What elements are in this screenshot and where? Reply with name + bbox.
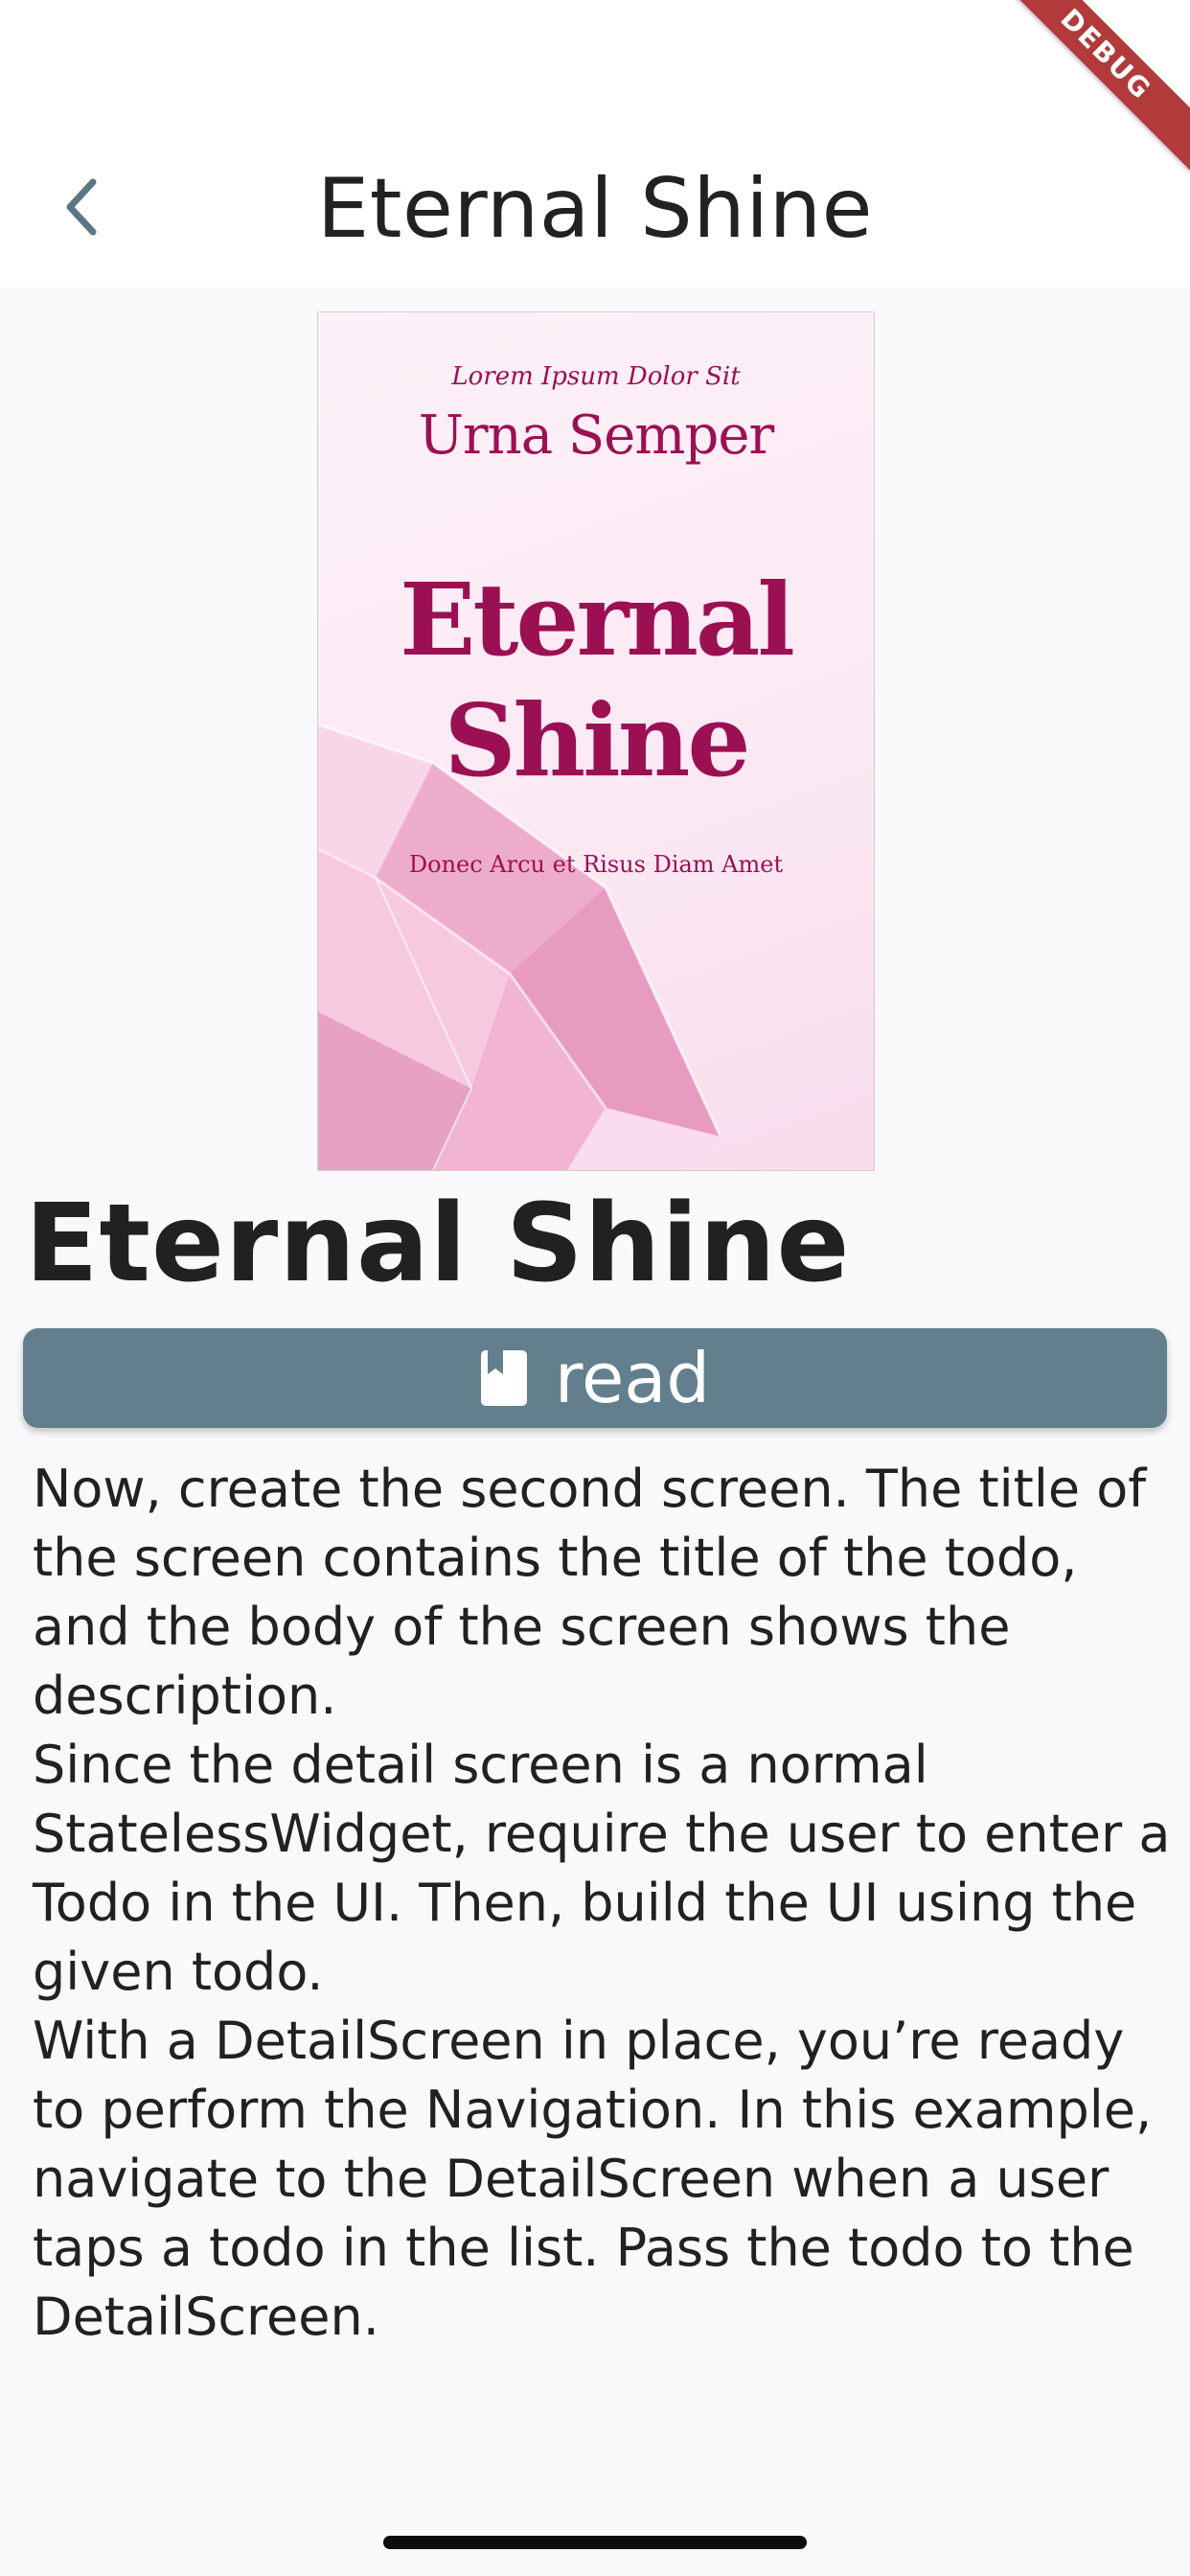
read-button-label: read: [554, 1338, 711, 1418]
cover-subtitle: Donec Arcu et Risus Diam Amet: [408, 851, 784, 878]
cover-title: Eternal Shine: [400, 561, 795, 799]
page-title: Eternal Shine: [316, 161, 874, 257]
cover-top-line: Lorem Ipsum Dolor Sit: [451, 362, 741, 391]
description-paragraph: Since the detail screen is a normal Stat…: [33, 1735, 1171, 2002]
home-indicator[interactable]: [383, 2536, 807, 2549]
read-button[interactable]: read: [23, 1328, 1167, 1428]
book-cover-image: Lorem Ipsum Dolor Sit Urna Semper Eterna…: [317, 311, 875, 1171]
book-title: Eternal Shine: [25, 1182, 851, 1306]
bookmark-book-icon: [480, 1350, 527, 1406]
cover-author: Urna Semper: [418, 404, 775, 467]
description-paragraph: With a DetailScreen in place, you’re rea…: [33, 2011, 1153, 2347]
description-paragraph: Now, create the second screen. The title…: [33, 1459, 1147, 1726]
app-bar: Eternal Shine: [0, 0, 1190, 288]
description: Now, create the second screen. The title…: [33, 1455, 1173, 2352]
